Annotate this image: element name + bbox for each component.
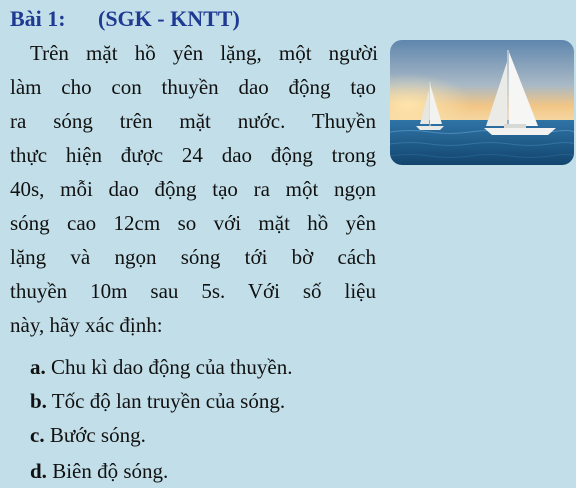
question-item-c: c. Bước sóng. — [30, 418, 146, 452]
question-label: b. — [30, 389, 47, 413]
question-label: c. — [30, 423, 45, 447]
paragraph-line: 40s, mỗi dao động tạo ra một ngọn — [10, 177, 376, 201]
question-text: Tốc độ lan truyền của sóng. — [46, 389, 286, 413]
paragraph-line: Trên mặt hồ yên lặng, một người — [30, 41, 378, 65]
exercise-number: Bài 1: — [10, 6, 66, 31]
sailboat-icon — [390, 40, 574, 165]
question-item-d: d. Biên độ sóng. — [30, 454, 168, 488]
paragraph-line: lặng và ngọn sóng tới bờ cách — [10, 245, 376, 269]
paragraph-line: thuyền 10m sau 5s. Với số liệu — [10, 279, 376, 303]
paragraph-line: này, hãy xác định: — [10, 313, 163, 337]
paragraph-line: ra sóng trên mặt nước. Thuyền — [10, 109, 376, 133]
question-label: d. — [30, 459, 47, 483]
exercise-page: Bài 1: (SGK - KNTT) Trên mặt hồ yên lặng… — [0, 0, 576, 488]
paragraph-line: thực hiện được 24 dao động trong — [10, 143, 376, 167]
question-label: a. — [30, 355, 46, 379]
question-item-b: b. Tốc độ lan truyền của sóng. — [30, 384, 285, 418]
question-text: Bước sóng. — [44, 423, 146, 447]
exercise-source: (SGK - KNTT) — [98, 6, 240, 31]
question-text: Chu kì dao động của thuyền. — [45, 355, 293, 379]
question-item-a: a. Chu kì dao động của thuyền. — [30, 350, 292, 384]
question-text: Biên độ sóng. — [46, 459, 169, 483]
paragraph-line: sóng cao 12cm so với mặt hồ yên — [10, 211, 376, 235]
paragraph-line: làm cho con thuyền dao động tạo — [10, 75, 376, 99]
sailboat-photo — [390, 40, 574, 165]
exercise-title: Bài 1: (SGK - KNTT) — [10, 4, 240, 34]
